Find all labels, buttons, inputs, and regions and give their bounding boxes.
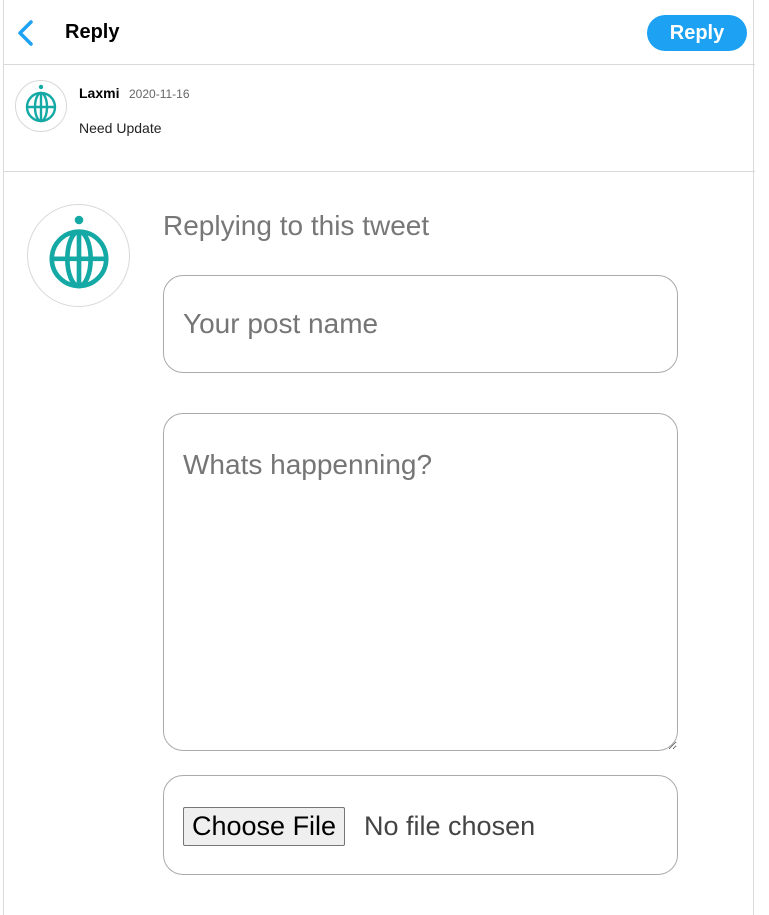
choose-file-button[interactable]: Choose File xyxy=(183,807,346,846)
chevron-left-icon[interactable] xyxy=(14,19,36,47)
tweet-text: Need Update xyxy=(79,120,162,136)
globe-icon xyxy=(46,214,112,297)
globe-icon xyxy=(24,84,58,129)
top-bar: Reply Reply xyxy=(4,0,755,65)
post-name-input[interactable] xyxy=(163,275,678,373)
file-upload-field: Choose File No file chosen xyxy=(163,775,678,875)
file-status: No file chosen xyxy=(364,811,536,841)
composer-avatar xyxy=(27,204,130,307)
avatar xyxy=(15,80,67,132)
page-title: Reply xyxy=(65,21,120,43)
tweet-author: Laxmi xyxy=(79,85,120,101)
replying-label: Replying to this tweet xyxy=(163,210,430,241)
app-frame: Reply Reply Laxmi 2020-11-16 Need Update xyxy=(3,0,755,915)
post-body-textarea[interactable] xyxy=(163,413,678,751)
reply-button[interactable]: Reply xyxy=(647,15,747,51)
original-tweet: Laxmi 2020-11-16 Need Update xyxy=(4,65,755,172)
tweet-date: 2020-11-16 xyxy=(129,87,190,101)
